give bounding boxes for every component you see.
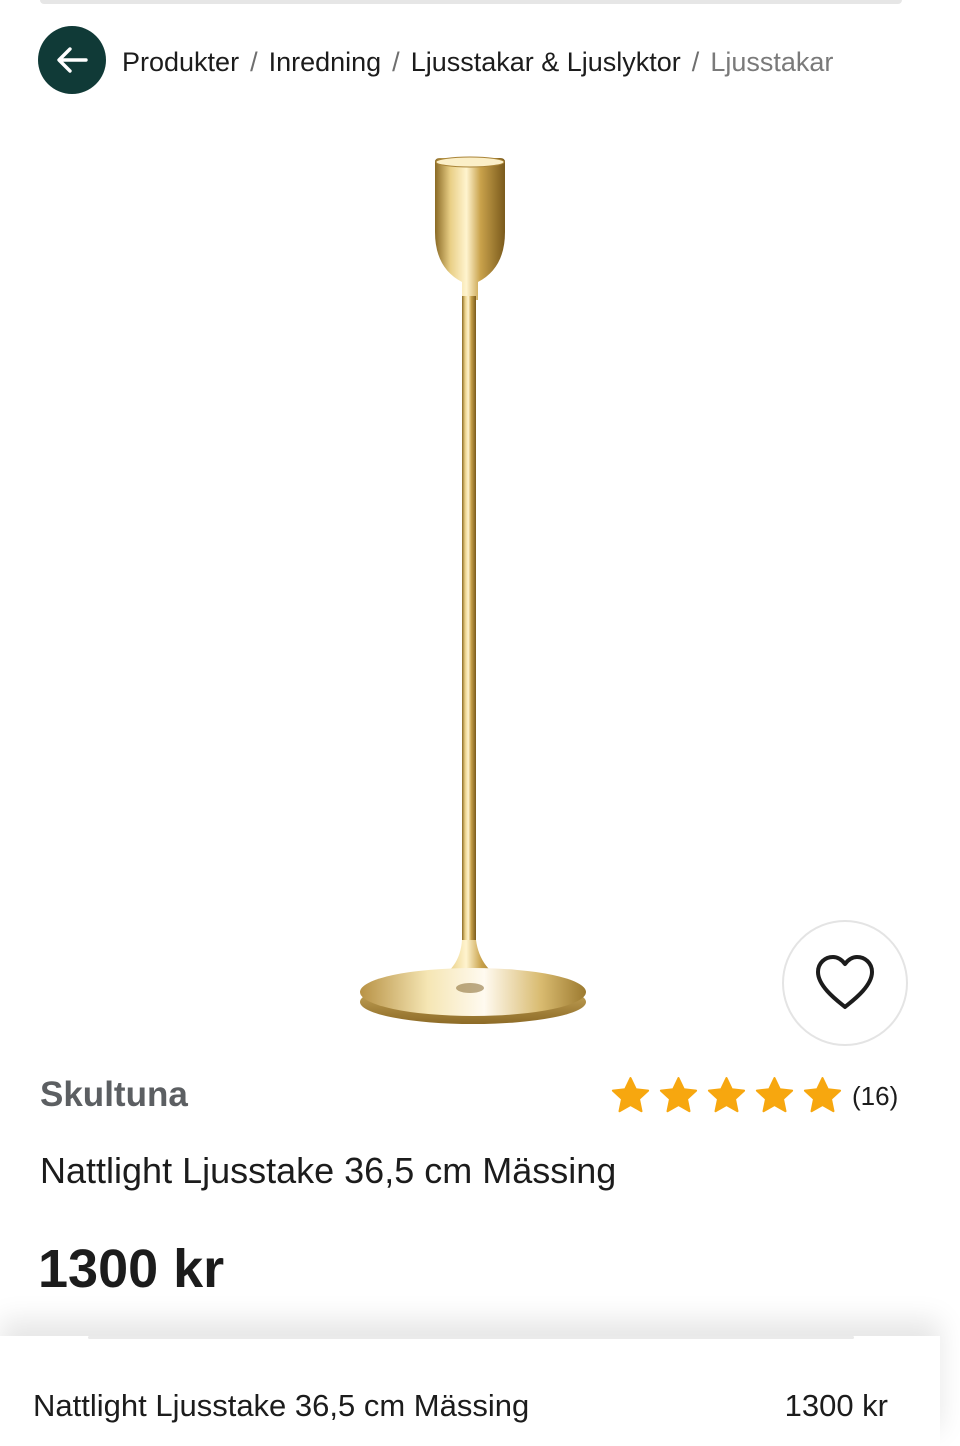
sticky-product-price: 1300 kr (784, 1388, 888, 1423)
breadcrumb-item-ljusstakar-ljuslyktor[interactable]: Ljusstakar & Ljuslyktor (411, 44, 681, 80)
product-title: Nattlight Ljusstake 36,5 cm Mässing (40, 1150, 617, 1191)
product-rating[interactable]: (16) (610, 1076, 898, 1116)
sticky-bar-handle (88, 1336, 854, 1339)
breadcrumb-separator: / (250, 47, 258, 77)
breadcrumb-separator: / (691, 47, 700, 77)
breadcrumb-item-produkter[interactable]: Produkter (122, 44, 239, 80)
sticky-purchase-bar: Nattlight Ljusstake 36,5 cm Mässing 1300… (0, 1336, 940, 1446)
star-icon (659, 1077, 698, 1113)
breadcrumb: Produkter / Inredning / Ljusstakar & Lju… (122, 44, 833, 80)
breadcrumb-separator: / (392, 47, 400, 77)
heart-icon (816, 955, 874, 1009)
arrow-left-icon (57, 47, 88, 73)
star-icon (755, 1077, 794, 1113)
star-icon (707, 1077, 746, 1113)
product-image (360, 156, 586, 1024)
product-price: 1300 kr (38, 1239, 225, 1299)
top-bar-divider (40, 0, 902, 4)
breadcrumb-item-inredning[interactable]: Inredning (269, 44, 382, 80)
breadcrumb-current: Ljusstakar (710, 47, 834, 77)
favorite-button[interactable] (782, 920, 908, 1046)
product-brand[interactable]: Skultuna (40, 1075, 188, 1115)
sticky-product-title: Nattlight Ljusstake 36,5 cm Mässing (33, 1388, 530, 1423)
star-icon (803, 1077, 842, 1113)
back-button[interactable] (38, 26, 106, 94)
review-count: (16) (852, 1080, 899, 1111)
rating-stars (610, 1076, 850, 1116)
star-icon (611, 1077, 650, 1113)
